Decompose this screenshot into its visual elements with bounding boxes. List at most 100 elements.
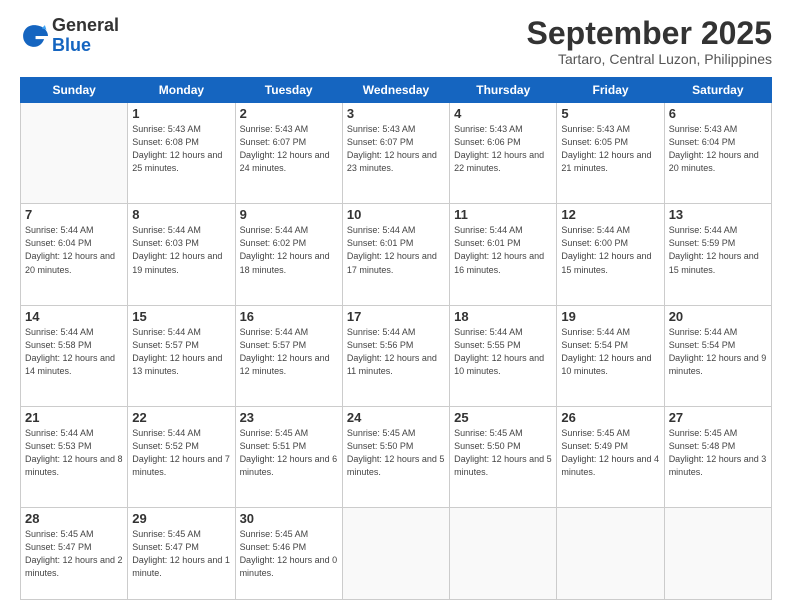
day-info: Sunrise: 5:44 AM Sunset: 6:01 PM Dayligh… (347, 224, 445, 276)
calendar-cell: 29 Sunrise: 5:45 AM Sunset: 5:47 PM Dayli… (128, 507, 235, 599)
day-number: 17 (347, 309, 445, 324)
calendar-cell: 17 Sunrise: 5:44 AM Sunset: 5:56 PM Dayli… (342, 305, 449, 406)
calendar-cell: 1 Sunrise: 5:43 AM Sunset: 6:08 PM Daylig… (128, 103, 235, 204)
day-info: Sunrise: 5:43 AM Sunset: 6:05 PM Dayligh… (561, 123, 659, 175)
logo-general: General (52, 15, 119, 35)
day-number: 6 (669, 106, 767, 121)
calendar-cell: 30 Sunrise: 5:45 AM Sunset: 5:46 PM Dayli… (235, 507, 342, 599)
calendar-cell (21, 103, 128, 204)
calendar-cell (557, 507, 664, 599)
calendar-cell: 8Sunrise: 5:44 AM Sunset: 6:03 PM Daylig… (128, 204, 235, 305)
day-number: 18 (454, 309, 552, 324)
logo-blue: Blue (52, 35, 91, 55)
day-info: Sunrise: 5:44 AM Sunset: 6:01 PM Dayligh… (454, 224, 552, 276)
day-info: Sunrise: 5:45 AM Sunset: 5:48 PM Dayligh… (669, 427, 767, 479)
calendar-cell: 14 Sunrise: 5:44 AM Sunset: 5:58 PM Dayli… (21, 305, 128, 406)
day-number: 28 (25, 511, 123, 526)
logo-text: General Blue (52, 16, 119, 56)
day-info: Sunrise: 5:45 AM Sunset: 5:50 PM Dayligh… (454, 427, 552, 479)
day-info: Sunrise: 5:43 AM Sunset: 6:07 PM Dayligh… (240, 123, 338, 175)
day-number: 24 (347, 410, 445, 425)
calendar-cell: 11Sunrise: 5:44 AM Sunset: 6:01 PM Dayli… (450, 204, 557, 305)
calendar-cell: 24 Sunrise: 5:45 AM Sunset: 5:50 PM Dayli… (342, 406, 449, 507)
weekday-header-sunday: Sunday (21, 78, 128, 103)
calendar-cell: 2 Sunrise: 5:43 AM Sunset: 6:07 PM Daylig… (235, 103, 342, 204)
day-number: 7 (25, 207, 123, 222)
calendar-cell: 4 Sunrise: 5:43 AM Sunset: 6:06 PM Daylig… (450, 103, 557, 204)
day-info: Sunrise: 5:44 AM Sunset: 6:00 PM Dayligh… (561, 224, 659, 276)
day-info: Sunrise: 5:44 AM Sunset: 5:57 PM Dayligh… (240, 326, 338, 378)
day-info: Sunrise: 5:44 AM Sunset: 5:55 PM Dayligh… (454, 326, 552, 378)
day-number: 14 (25, 309, 123, 324)
weekday-header-tuesday: Tuesday (235, 78, 342, 103)
header: General Blue September 2025 Tartaro, Cen… (20, 16, 772, 67)
calendar-cell: 23 Sunrise: 5:45 AM Sunset: 5:51 PM Dayli… (235, 406, 342, 507)
day-info: Sunrise: 5:45 AM Sunset: 5:51 PM Dayligh… (240, 427, 338, 479)
week-row-4: 21 Sunrise: 5:44 AM Sunset: 5:53 PM Dayli… (21, 406, 772, 507)
day-number: 26 (561, 410, 659, 425)
calendar-cell: 12Sunrise: 5:44 AM Sunset: 6:00 PM Dayli… (557, 204, 664, 305)
weekday-header-row: SundayMondayTuesdayWednesdayThursdayFrid… (21, 78, 772, 103)
calendar-table: SundayMondayTuesdayWednesdayThursdayFrid… (20, 77, 772, 600)
day-info: Sunrise: 5:45 AM Sunset: 5:46 PM Dayligh… (240, 528, 338, 580)
day-info: Sunrise: 5:44 AM Sunset: 5:56 PM Dayligh… (347, 326, 445, 378)
week-row-2: 7 Sunrise: 5:44 AM Sunset: 6:04 PM Daylig… (21, 204, 772, 305)
day-info: Sunrise: 5:44 AM Sunset: 5:57 PM Dayligh… (132, 326, 230, 378)
day-number: 20 (669, 309, 767, 324)
day-info: Sunrise: 5:45 AM Sunset: 5:47 PM Dayligh… (25, 528, 123, 580)
day-number: 13 (669, 207, 767, 222)
day-number: 4 (454, 106, 552, 121)
day-number: 8 (132, 207, 230, 222)
title-block: September 2025 Tartaro, Central Luzon, P… (527, 16, 772, 67)
week-row-1: 1 Sunrise: 5:43 AM Sunset: 6:08 PM Daylig… (21, 103, 772, 204)
weekday-header-monday: Monday (128, 78, 235, 103)
calendar-cell: 9Sunrise: 5:44 AM Sunset: 6:02 PM Daylig… (235, 204, 342, 305)
calendar-cell: 10 Sunrise: 5:44 AM Sunset: 6:01 PM Dayli… (342, 204, 449, 305)
day-number: 15 (132, 309, 230, 324)
day-info: Sunrise: 5:44 AM Sunset: 5:58 PM Dayligh… (25, 326, 123, 378)
weekday-header-thursday: Thursday (450, 78, 557, 103)
day-number: 19 (561, 309, 659, 324)
calendar-cell (342, 507, 449, 599)
day-number: 1 (132, 106, 230, 121)
calendar-cell: 6 Sunrise: 5:43 AM Sunset: 6:04 PM Daylig… (664, 103, 771, 204)
day-number: 29 (132, 511, 230, 526)
day-info: Sunrise: 5:45 AM Sunset: 5:47 PM Dayligh… (132, 528, 230, 580)
week-row-3: 14 Sunrise: 5:44 AM Sunset: 5:58 PM Dayli… (21, 305, 772, 406)
day-info: Sunrise: 5:44 AM Sunset: 5:54 PM Dayligh… (561, 326, 659, 378)
weekday-header-friday: Friday (557, 78, 664, 103)
weekday-header-saturday: Saturday (664, 78, 771, 103)
weekday-header-wednesday: Wednesday (342, 78, 449, 103)
day-number: 5 (561, 106, 659, 121)
week-row-5: 28 Sunrise: 5:45 AM Sunset: 5:47 PM Dayli… (21, 507, 772, 599)
day-number: 25 (454, 410, 552, 425)
month-title: September 2025 (527, 16, 772, 51)
calendar-cell: 19 Sunrise: 5:44 AM Sunset: 5:54 PM Dayli… (557, 305, 664, 406)
day-info: Sunrise: 5:44 AM Sunset: 6:04 PM Dayligh… (25, 224, 123, 276)
calendar-cell: 3Sunrise: 5:43 AM Sunset: 6:07 PM Daylig… (342, 103, 449, 204)
calendar-cell (664, 507, 771, 599)
location: Tartaro, Central Luzon, Philippines (527, 51, 772, 67)
day-number: 9 (240, 207, 338, 222)
day-info: Sunrise: 5:43 AM Sunset: 6:08 PM Dayligh… (132, 123, 230, 175)
day-number: 30 (240, 511, 338, 526)
day-info: Sunrise: 5:45 AM Sunset: 5:50 PM Dayligh… (347, 427, 445, 479)
day-info: Sunrise: 5:43 AM Sunset: 6:04 PM Dayligh… (669, 123, 767, 175)
calendar-cell: 22Sunrise: 5:44 AM Sunset: 5:52 PM Dayli… (128, 406, 235, 507)
calendar-cell: 16Sunrise: 5:44 AM Sunset: 5:57 PM Dayli… (235, 305, 342, 406)
day-number: 3 (347, 106, 445, 121)
calendar-cell: 5 Sunrise: 5:43 AM Sunset: 6:05 PM Daylig… (557, 103, 664, 204)
calendar-cell: 18 Sunrise: 5:44 AM Sunset: 5:55 PM Dayli… (450, 305, 557, 406)
logo-icon (20, 22, 48, 50)
day-info: Sunrise: 5:43 AM Sunset: 6:06 PM Dayligh… (454, 123, 552, 175)
day-info: Sunrise: 5:45 AM Sunset: 5:49 PM Dayligh… (561, 427, 659, 479)
day-info: Sunrise: 5:44 AM Sunset: 5:54 PM Dayligh… (669, 326, 767, 378)
day-number: 21 (25, 410, 123, 425)
day-info: Sunrise: 5:44 AM Sunset: 5:59 PM Dayligh… (669, 224, 767, 276)
day-info: Sunrise: 5:44 AM Sunset: 5:53 PM Dayligh… (25, 427, 123, 479)
day-number: 2 (240, 106, 338, 121)
day-number: 10 (347, 207, 445, 222)
calendar-cell: 25 Sunrise: 5:45 AM Sunset: 5:50 PM Dayli… (450, 406, 557, 507)
day-number: 23 (240, 410, 338, 425)
day-number: 27 (669, 410, 767, 425)
